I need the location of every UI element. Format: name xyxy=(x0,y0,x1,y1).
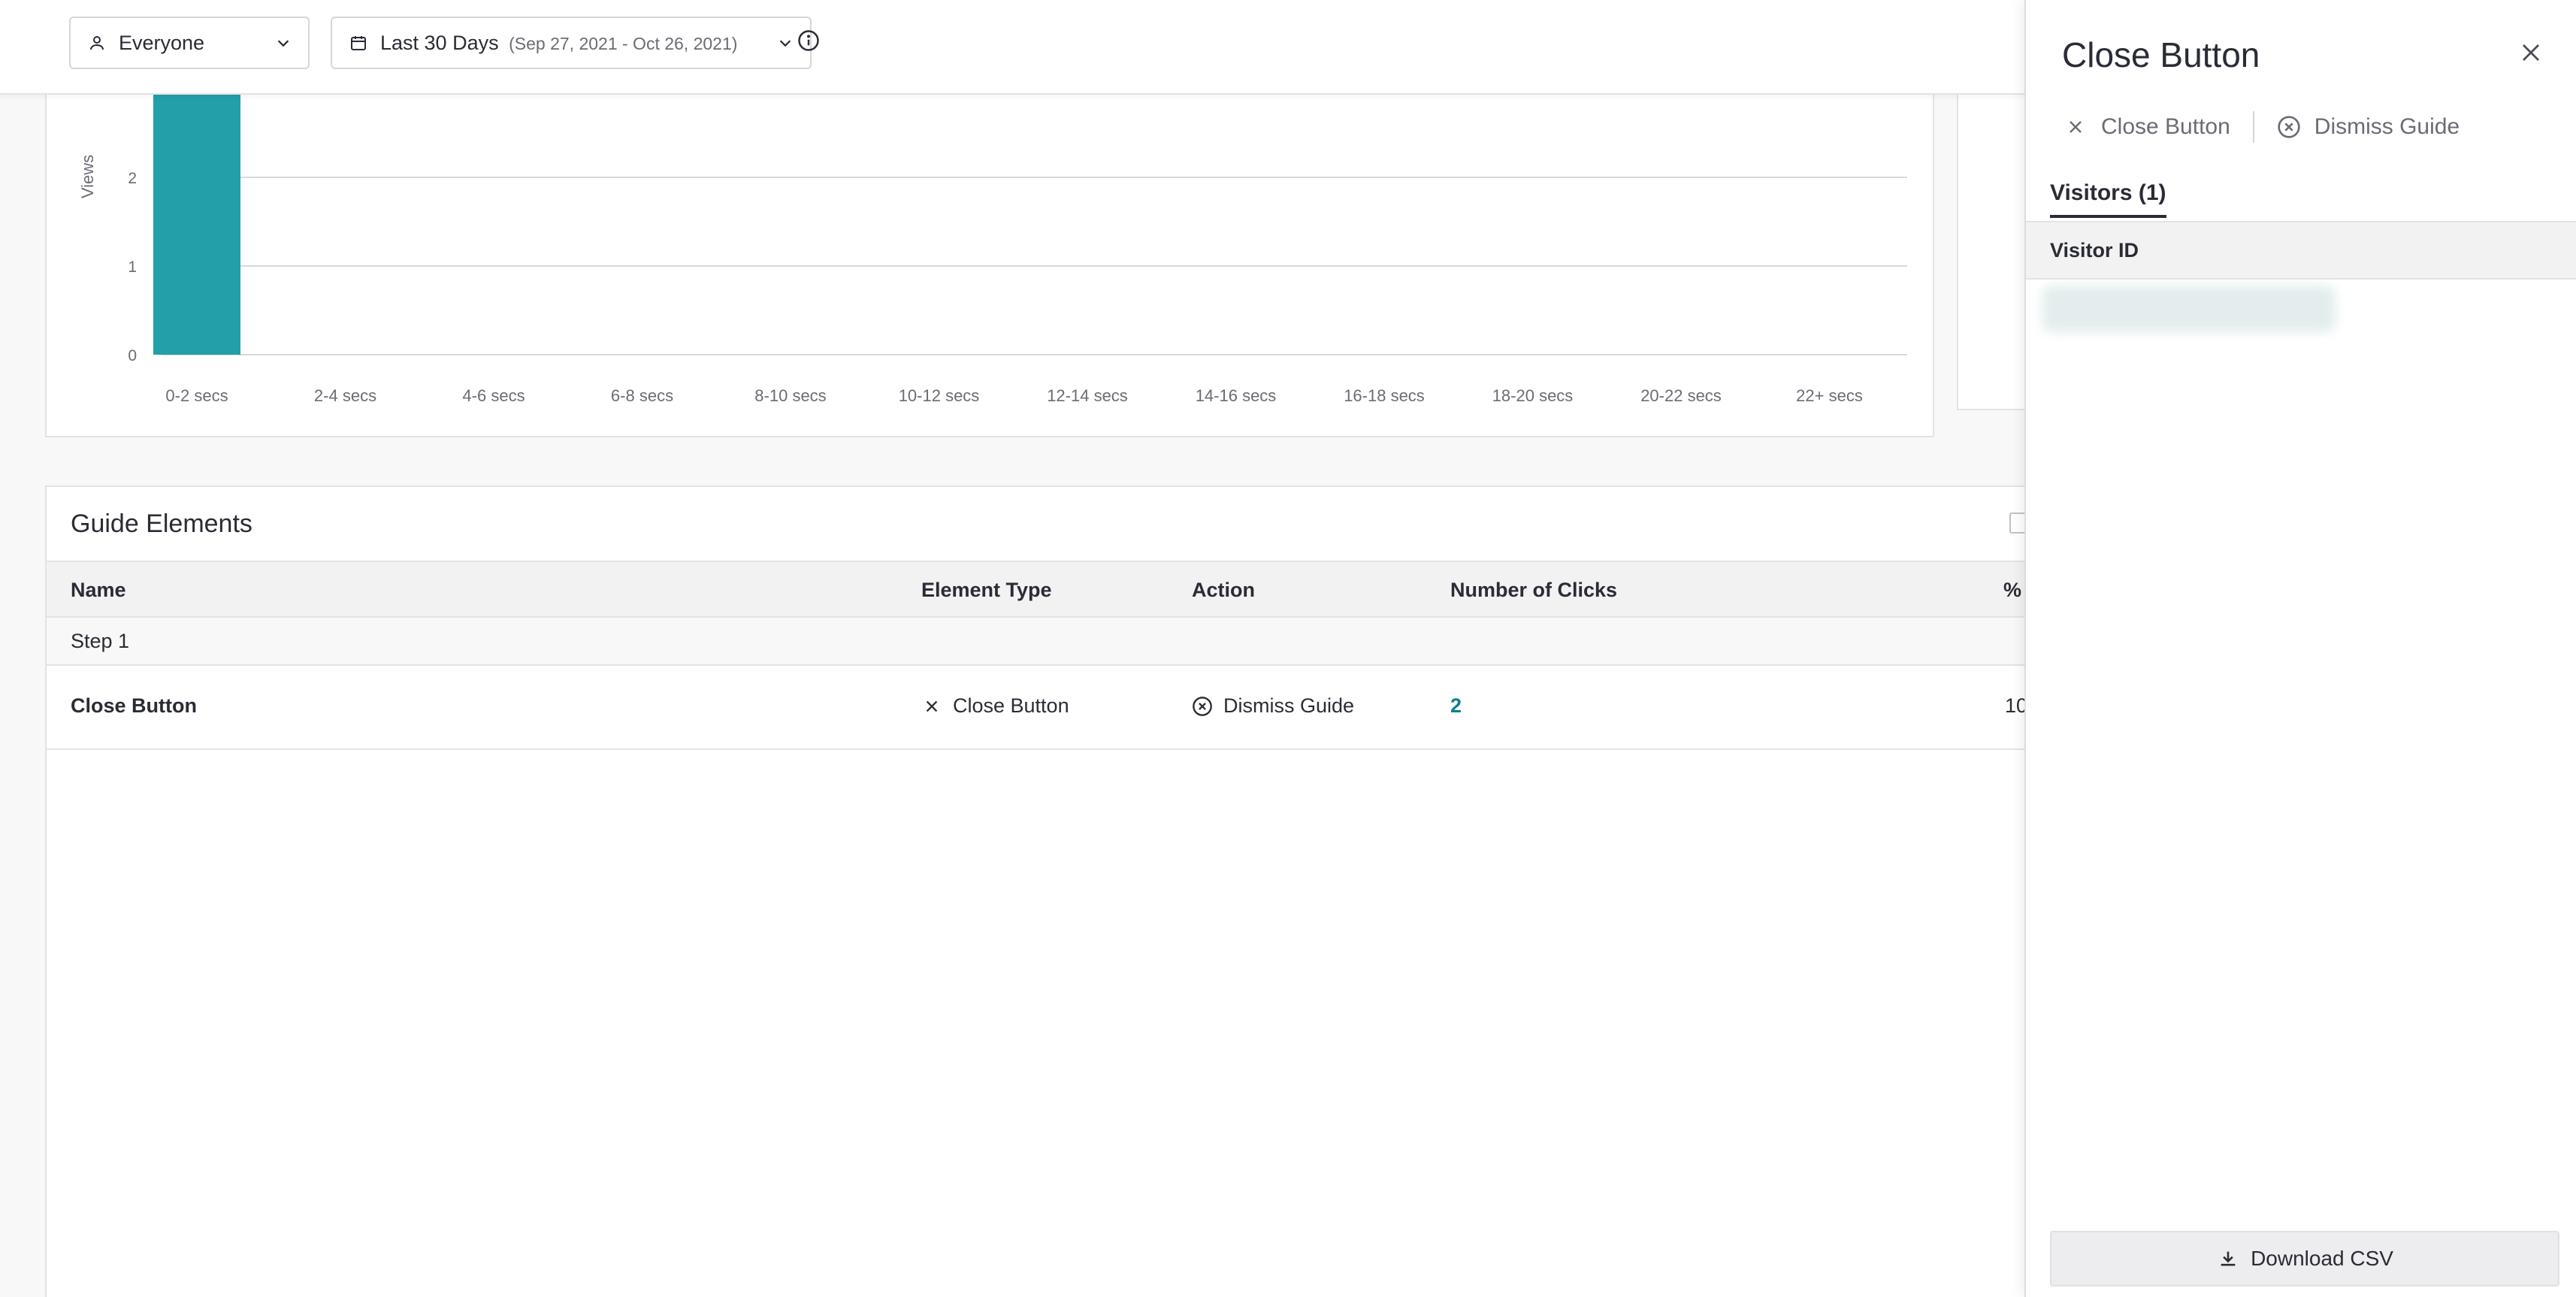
chevron-down-icon xyxy=(274,33,293,53)
circle-x-icon xyxy=(2277,115,2301,139)
download-csv-label: Download CSV xyxy=(2251,1247,2393,1270)
guide-elements-title: Guide Elements xyxy=(71,509,252,538)
divider xyxy=(2252,111,2254,143)
table-row[interactable]: Close Button Close Button Dismiss Guide … xyxy=(47,666,2073,750)
column-header-element-type[interactable]: Element Type xyxy=(921,579,1052,602)
date-range-dropdown[interactable]: Last 30 Days (Sep 27, 2021 - Oct 26, 202… xyxy=(331,17,812,69)
info-icon[interactable] xyxy=(797,29,821,53)
element-name: Close Button xyxy=(71,694,197,717)
column-header-visitor-id[interactable]: Visitor ID xyxy=(2050,239,2139,262)
action-cell: Dismiss Guide xyxy=(1192,694,1354,718)
circle-x-icon xyxy=(1192,696,1213,717)
x-tick-label: 16-18 secs xyxy=(1344,386,1425,405)
x-tick-label: 22+ secs xyxy=(1796,386,1863,405)
element-type-label: Close Button xyxy=(953,694,1069,717)
action-label: Dismiss Guide xyxy=(1223,694,1355,717)
x-icon xyxy=(921,696,942,717)
step-group-row: Step 1 xyxy=(47,618,2073,666)
x-tick-label: 10-12 secs xyxy=(899,386,980,405)
tab-visitors[interactable]: Visitors (1) xyxy=(2050,180,2166,218)
bar-chart: 0 1 2 Views 0-2 secs 2-4 secs 4-6 secs 6-8 secs… xyxy=(78,89,1907,405)
element-detail-drawer: Close Button Close Button Dismiss Guide … xyxy=(2024,0,2576,1297)
y-tick-label: 2 xyxy=(128,170,137,187)
date-range-dates: (Sep 27, 2021 - Oct 26, 2021) xyxy=(509,33,738,53)
download-icon xyxy=(2216,1247,2240,1271)
guide-elements-card: Guide Elements Name Element Type Action … xyxy=(45,485,2074,1297)
column-header-clicks[interactable]: Number of Clicks xyxy=(1450,579,1617,602)
bar[interactable] xyxy=(153,89,240,355)
x-tick-label: 0-2 secs xyxy=(165,386,228,405)
y-tick-label: 1 xyxy=(128,258,137,276)
x-tick-label: 14-16 secs xyxy=(1196,386,1277,405)
x-tick-label: 8-10 secs xyxy=(754,386,826,405)
x-tick-label: 18-20 secs xyxy=(1492,386,1574,405)
drawer-title: Close Button xyxy=(2062,35,2260,74)
x-tick-label: 4-6 secs xyxy=(462,386,525,405)
chevron-down-icon xyxy=(776,33,795,53)
column-header-action[interactable]: Action xyxy=(1192,579,1255,602)
close-icon[interactable] xyxy=(2516,38,2546,68)
visitors-table-header: Visitor ID xyxy=(2026,222,2576,280)
element-type-cell: Close Button xyxy=(921,694,1069,718)
drawer-element-meta: Close Button Dismiss Guide xyxy=(2064,111,2460,143)
filter-bar: Everyone Last 30 Days (Sep 27, 2021 - Oc… xyxy=(0,0,2024,95)
y-tick-label: 0 xyxy=(128,347,137,364)
drawer-element-type: Close Button xyxy=(2101,114,2230,139)
column-header-percent[interactable]: % xyxy=(2003,579,2021,602)
visitor-id-redacted xyxy=(2042,286,2336,332)
date-range-label: Last 30 Days xyxy=(380,31,499,54)
user-icon xyxy=(86,32,108,54)
x-tick-label: 6-8 secs xyxy=(611,386,673,405)
segment-dropdown[interactable]: Everyone xyxy=(69,17,310,69)
step-label: Step 1 xyxy=(71,630,130,652)
clicks-count-link[interactable]: 2 xyxy=(1450,694,1462,718)
segment-label: Everyone xyxy=(119,31,205,54)
table-header: Name Element Type Action Number of Click… xyxy=(47,561,2073,618)
x-tick-label: 20-22 secs xyxy=(1640,386,1722,405)
calendar-icon xyxy=(347,32,370,54)
x-tick-label: 2-4 secs xyxy=(314,386,376,405)
x-tick-label: 12-14 secs xyxy=(1047,386,1128,405)
y-axis-label: Views xyxy=(78,155,97,198)
download-csv-button[interactable]: Download CSV xyxy=(2050,1231,2559,1286)
x-icon xyxy=(2064,115,2088,139)
column-header-name[interactable]: Name xyxy=(71,579,126,602)
time-on-step-chart: 0 1 2 Views 0-2 secs 2-4 secs 4-6 secs 6-8 secs… xyxy=(45,75,1934,437)
drawer-action: Dismiss Guide xyxy=(2314,114,2460,139)
